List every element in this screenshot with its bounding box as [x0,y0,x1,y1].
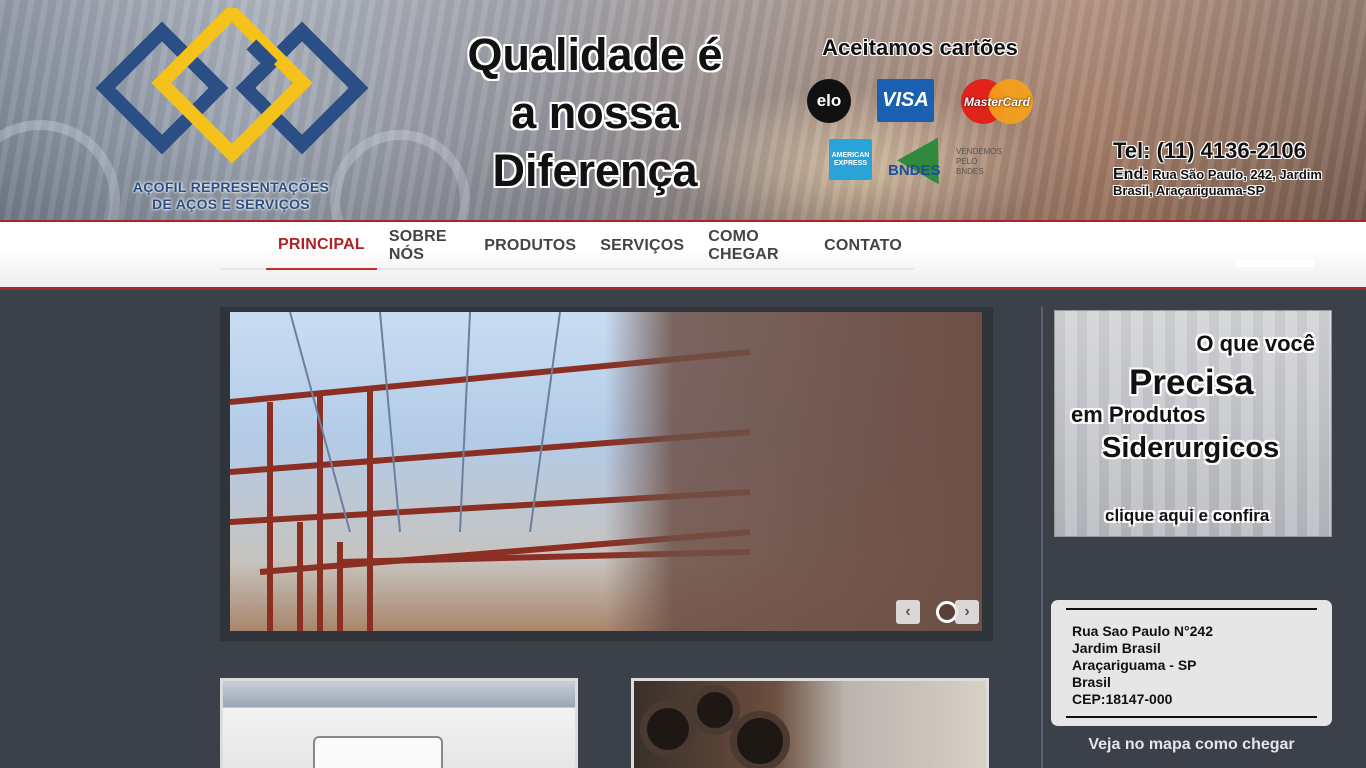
address-line: End: Rua São Paulo, 242, Jardim Brasil, … [1113,167,1353,199]
bndes-note: VENDEMOS PELO BNDES [956,147,1002,176]
steel-beams-overlay [605,312,982,631]
truck-illustration [313,736,443,768]
slogan: Qualidade é a nossa Diferença [440,26,750,200]
pipe-illustration [730,711,790,768]
chevron-right-icon[interactable]: › [955,600,979,624]
mastercard-label: MasterCard [963,94,1031,109]
chevron-left-icon[interactable]: ‹ [896,600,920,624]
elo-card-icon: elo [807,79,851,123]
slogan-line: Diferença [492,145,698,196]
nav-item-como-chegar[interactable]: COMO CHEGAR [696,222,812,270]
map-directions-link[interactable]: Veja no mapa como chegar [1051,736,1332,754]
logo-line: AÇOFIL REPRESENTAÇÕES [132,179,330,195]
promo-banner[interactable]: O que você Precisa em Produtos Siderurgi… [1054,310,1332,537]
phone-number: Tel: (11) 4136-2106 [1113,138,1306,163]
address-lines: Rua Sao Paulo N°242 Jardim Brasil Araçar… [1072,623,1213,708]
promo-line: em Produtos [1071,402,1206,427]
pipe-illustration [640,701,696,757]
logo-wordmark: AÇOFIL REPRESENTAÇÕES DE AÇOS E SERVIÇOS [96,179,366,213]
visa-card-icon: VISA [877,79,934,122]
slogan-line: Qualidade é [467,29,723,80]
nav-item-contato[interactable]: CONTATO [812,222,914,270]
amex-card-icon: AMERICAN EXPRESS [829,139,872,180]
tile-image-warehouse[interactable] [220,678,578,768]
address-card: Rua Sao Paulo N°242 Jardim Brasil Araçar… [1051,600,1332,726]
nav-item-produtos[interactable]: PRODUTOS [472,222,588,270]
promo-line: Precisa [1129,363,1254,402]
address-line: Brasil [1072,674,1111,690]
tile-image-steel-tubes[interactable] [631,678,989,768]
mastercard-card-icon: MasterCard [961,79,1033,124]
sidebar-divider [1041,307,1043,768]
bndes-label: BNDES [888,162,941,179]
address-line: Araçariguama - SP [1072,657,1197,673]
bndes-card-icon: BNDES VENDEMOS PELO BNDES [886,125,1006,185]
divider [1066,608,1317,610]
header-banner: AÇOFIL REPRESENTAÇÕES DE AÇOS E SERVIÇOS… [0,0,1366,222]
logo-line: DE AÇOS E SERVIÇOS [152,196,310,212]
header-contact: Tel: (11) 4136-2106 End: Rua São Paulo, … [1113,138,1353,199]
main-navbar: PRINCIPAL SOBRE NÓS PRODUTOS SERVIÇOS CO… [0,222,1366,290]
divider [1066,716,1317,718]
nav-item-sobre-nos[interactable]: SOBRE NÓS [377,222,472,270]
nav-search-placeholder [1236,260,1314,267]
promo-line: Siderurgicos [1102,432,1280,464]
slide-image-steel-structure[interactable]: ‹ › [230,312,982,631]
address-label: End: [1113,166,1149,183]
address-line: Jardim Brasil [1072,640,1161,656]
nav-item-principal[interactable]: PRINCIPAL [266,222,377,270]
promo-line: O que você [1196,331,1315,356]
promo-cta-link[interactable]: clique aqui e confira [1105,506,1269,526]
cards-title: Aceitamos cartões [822,35,1018,60]
image-slider: ‹ › [220,307,993,641]
address-line: Rua Sao Paulo N°242 [1072,623,1213,639]
slogan-line: a nossa [511,87,679,138]
address-line: CEP:18147-000 [1072,691,1173,707]
main-menu: PRINCIPAL SOBRE NÓS PRODUTOS SERVIÇOS CO… [220,222,914,270]
nav-item-servicos[interactable]: SERVIÇOS [588,222,696,270]
